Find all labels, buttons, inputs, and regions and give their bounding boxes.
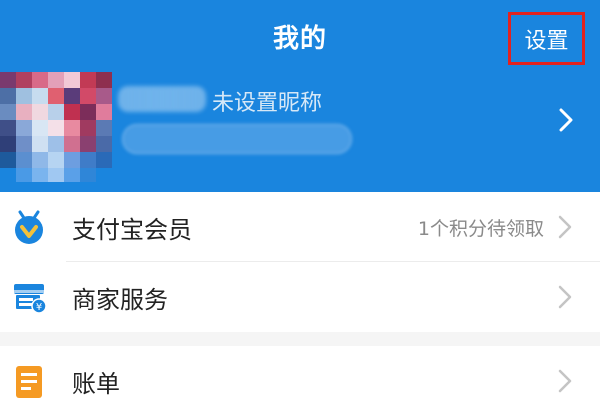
- chevron-right-icon: [558, 369, 572, 393]
- avatar-pixel: [32, 152, 48, 168]
- avatar-pixel: [96, 120, 112, 136]
- blurred-username: [118, 86, 206, 112]
- avatar-pixel: [0, 120, 16, 136]
- avatar-pixel: [80, 120, 96, 136]
- avatar-pixel: [96, 72, 112, 88]
- avatar-pixel: [48, 168, 64, 182]
- avatar-pixel: [48, 136, 64, 152]
- avatar-pixel: [96, 152, 112, 168]
- avatar-pixel: [80, 104, 96, 120]
- avatar-pixel: [64, 168, 80, 182]
- merchant-store-icon: ¥: [14, 284, 46, 314]
- header-bar: 我的 设置 未设置昵称: [0, 0, 600, 192]
- avatar-pixel: [16, 104, 32, 120]
- avatar-pixel: [64, 152, 80, 168]
- avatar-pixel: [32, 88, 48, 104]
- avatar-pixel: [16, 88, 32, 104]
- avatar-pixel: [32, 104, 48, 120]
- avatar-pixel: [32, 72, 48, 88]
- avatar-pixel: [96, 168, 112, 182]
- avatar-pixel: [48, 104, 64, 120]
- menu-item-member[interactable]: 支付宝会员 1个积分待领取: [0, 192, 600, 262]
- menu-item-label: 支付宝会员: [72, 216, 192, 244]
- avatar[interactable]: [0, 72, 112, 182]
- avatar-pixel: [64, 120, 80, 136]
- settings-button[interactable]: 设置: [508, 12, 585, 65]
- avatar-pixel: [16, 72, 32, 88]
- svg-text:¥: ¥: [36, 302, 42, 313]
- avatar-pixel: [0, 152, 16, 168]
- avatar-pixel: [0, 168, 16, 182]
- my-page-screen: 我的 设置 未设置昵称 支付宝会员 1个积分待领取 ¥ 商家服务 账单: [0, 0, 600, 400]
- avatar-pixel: [64, 88, 80, 104]
- avatar-pixel: [80, 88, 96, 104]
- nickname-label[interactable]: 未设置昵称: [212, 85, 322, 117]
- avatar-pixel: [64, 104, 80, 120]
- avatar-pixel: [64, 72, 80, 88]
- avatar-pixel: [32, 120, 48, 136]
- points-pending-text: 1个积分待领取: [417, 218, 544, 240]
- avatar-pixel: [48, 88, 64, 104]
- avatar-pixel: [32, 136, 48, 152]
- menu-item-label: 账单: [72, 370, 120, 398]
- bill-document-icon: [16, 366, 42, 398]
- avatar-pixel: [16, 168, 32, 182]
- menu-item-merchant[interactable]: ¥ 商家服务: [0, 262, 600, 332]
- avatar-pixel: [96, 104, 112, 120]
- avatar-pixel: [16, 120, 32, 136]
- avatar-pixel: [96, 88, 112, 104]
- avatar-pixel: [32, 168, 48, 182]
- chevron-right-icon[interactable]: [556, 106, 576, 134]
- avatar-pixel: [16, 152, 32, 168]
- avatar-pixel: [0, 72, 16, 88]
- blurred-account-id: [122, 124, 352, 154]
- avatar-pixel: [0, 88, 16, 104]
- avatar-pixel: [96, 136, 112, 152]
- member-badge-icon: [15, 210, 43, 244]
- menu-item-label: 商家服务: [72, 286, 168, 314]
- avatar-pixel: [16, 136, 32, 152]
- avatar-pixel: [48, 152, 64, 168]
- menu-item-bill[interactable]: 账单: [0, 346, 600, 400]
- avatar-pixel: [80, 136, 96, 152]
- avatar-pixel: [80, 168, 96, 182]
- avatar-pixel: [80, 152, 96, 168]
- avatar-pixel: [80, 72, 96, 88]
- avatar-pixel: [0, 104, 16, 120]
- avatar-pixel: [0, 136, 16, 152]
- avatar-pixel: [48, 120, 64, 136]
- chevron-right-icon: [558, 215, 572, 239]
- chevron-right-icon: [558, 285, 572, 309]
- avatar-pixel: [48, 72, 64, 88]
- avatar-pixel: [64, 136, 80, 152]
